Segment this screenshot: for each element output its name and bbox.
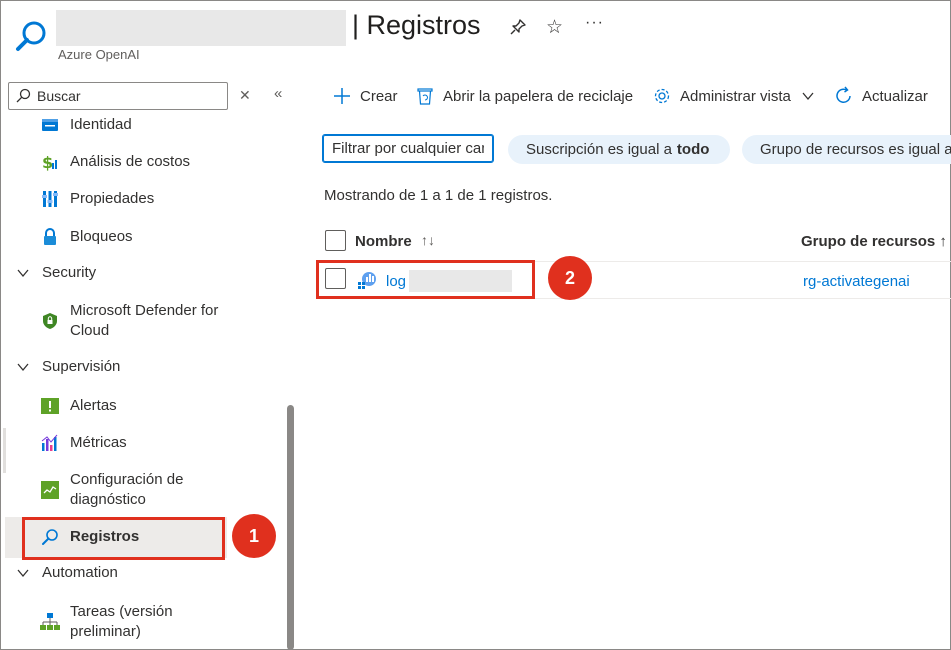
more-icon[interactable]: ··· (585, 14, 604, 32)
sort-icon[interactable]: ↑↓ (421, 232, 435, 248)
diagnostic-settings-icon (40, 480, 60, 500)
sidebar-item-label: Configuración de diagnóstico (70, 471, 184, 508)
sidebar-scroll-indicator (3, 428, 6, 473)
sidebar-item-label: Análisis de costos (70, 153, 191, 170)
sidebar-item-label: Métricas (70, 434, 127, 451)
highlight-box-1 (22, 517, 225, 560)
gear-icon (652, 86, 672, 106)
sidebar-search[interactable] (8, 82, 228, 110)
grid-header: Nombre ↑↓ Grupo de recursos ↑ (323, 228, 951, 262)
sidebar-group-label: Security (42, 264, 97, 281)
clear-icon[interactable]: ✕ (239, 87, 251, 104)
sidebar-group-automation[interactable]: Automation (16, 564, 118, 581)
metrics-icon (40, 433, 60, 453)
collapse-sidebar-icon[interactable]: « (274, 85, 282, 102)
refresh-button-label: Actualizar (862, 87, 928, 105)
resource-group-filter-pill[interactable]: Grupo de recursos es igual a todo (742, 135, 951, 164)
sidebar-item-alertas[interactable]: Alertas (40, 396, 270, 416)
sidebar-item-label: Tareas (versión preliminar) (70, 603, 173, 640)
svg-text:$: $ (42, 153, 53, 171)
filter-field[interactable] (322, 134, 494, 163)
sidebar-group-security[interactable]: Security (16, 264, 96, 281)
pin-icon[interactable] (509, 18, 527, 36)
sidebar-item-tareas[interactable]: Tareas (versión preliminar) (40, 602, 240, 642)
page-title: | Registros (352, 10, 481, 40)
properties-icon (40, 189, 60, 209)
refresh-button[interactable]: Actualizar (834, 86, 928, 106)
page-subtitle: Azure OpenAI (58, 47, 140, 62)
sidebar-group-supervision[interactable]: Supervisión (16, 358, 120, 375)
column-header-resource-group[interactable]: Grupo de recursos ↑ (801, 233, 947, 250)
filter-input[interactable] (324, 136, 492, 161)
sidebar-item-label: Identidad (70, 116, 132, 133)
resource-group-filter-label: Grupo de recursos es igual a todo (760, 141, 951, 158)
identity-icon (40, 115, 60, 135)
sidebar-item-label: Alertas (70, 397, 117, 414)
sidebar-item-analisis-costos[interactable]: $ Análisis de costos (40, 152, 270, 172)
subscription-filter-pill[interactable]: Suscripción es igual a todo (508, 135, 730, 164)
sidebar-item-bloqueos[interactable]: Bloqueos (40, 227, 270, 247)
alerts-icon (40, 396, 60, 416)
select-all-checkbox[interactable] (325, 230, 346, 251)
sidebar-item-identidad[interactable]: Identidad (40, 115, 270, 135)
sidebar-item-label: Bloqueos (70, 228, 133, 245)
sidebar-item-label: Propiedades (70, 190, 155, 207)
sidebar-scrollbar-thumb[interactable] (287, 405, 294, 650)
subscription-filter-label: Suscripción es igual a (526, 141, 672, 158)
highlight-box-2 (316, 260, 535, 299)
results-count: Mostrando de 1 a 1 de 1 registros. (324, 187, 553, 204)
recycle-bin-button-label: Abrir la papelera de reciclaje (443, 87, 634, 105)
manage-view-button-label: Administrar vista (680, 87, 791, 105)
scroll-down-arrow-icon[interactable]: ▬ (374, 645, 383, 650)
recycle-bin-button[interactable]: Abrir la papelera de reciclaje (415, 86, 633, 106)
sidebar-group-label: Automation (42, 564, 118, 581)
plus-icon (332, 86, 352, 106)
sidebar-item-diagnostico[interactable]: Configuración de diagnóstico (40, 470, 240, 510)
manage-view-button[interactable]: Administrar vista (652, 86, 815, 106)
sidebar-item-metricas[interactable]: Métricas (40, 433, 270, 453)
create-button[interactable]: Crear (332, 86, 398, 106)
chevron-down-icon (802, 92, 814, 101)
chevron-down-icon (17, 269, 29, 277)
step-badge-2: 2 (548, 256, 592, 300)
recycle-bin-icon (415, 86, 435, 106)
tasks-icon (40, 612, 60, 632)
lock-icon (40, 227, 60, 247)
sidebar-item-defender[interactable]: Microsoft Defender for Cloud (40, 301, 240, 341)
row-resource-group-link[interactable]: rg-activategenai (803, 273, 910, 290)
chevron-down-icon (17, 363, 29, 371)
subscription-filter-value: todo (676, 141, 710, 158)
sidebar-item-propiedades[interactable]: Propiedades (40, 189, 270, 209)
step-badge-1: 1 (232, 514, 276, 558)
cost-analysis-icon: $ (40, 152, 60, 172)
create-button-label: Crear (360, 87, 398, 105)
refresh-icon (834, 86, 854, 106)
sidebar-group-label: Supervisión (42, 358, 121, 375)
column-header-name[interactable]: Nombre (355, 233, 412, 250)
sidebar-search-input[interactable] (37, 86, 222, 106)
defender-icon (40, 311, 60, 331)
chevron-down-icon (17, 569, 29, 577)
redacted-resource-name (56, 10, 346, 46)
search-icon (16, 88, 31, 103)
logs-search-icon (16, 21, 46, 51)
sidebar-item-label: Microsoft Defender for Cloud (70, 302, 219, 339)
star-icon[interactable]: ☆ (546, 16, 563, 39)
